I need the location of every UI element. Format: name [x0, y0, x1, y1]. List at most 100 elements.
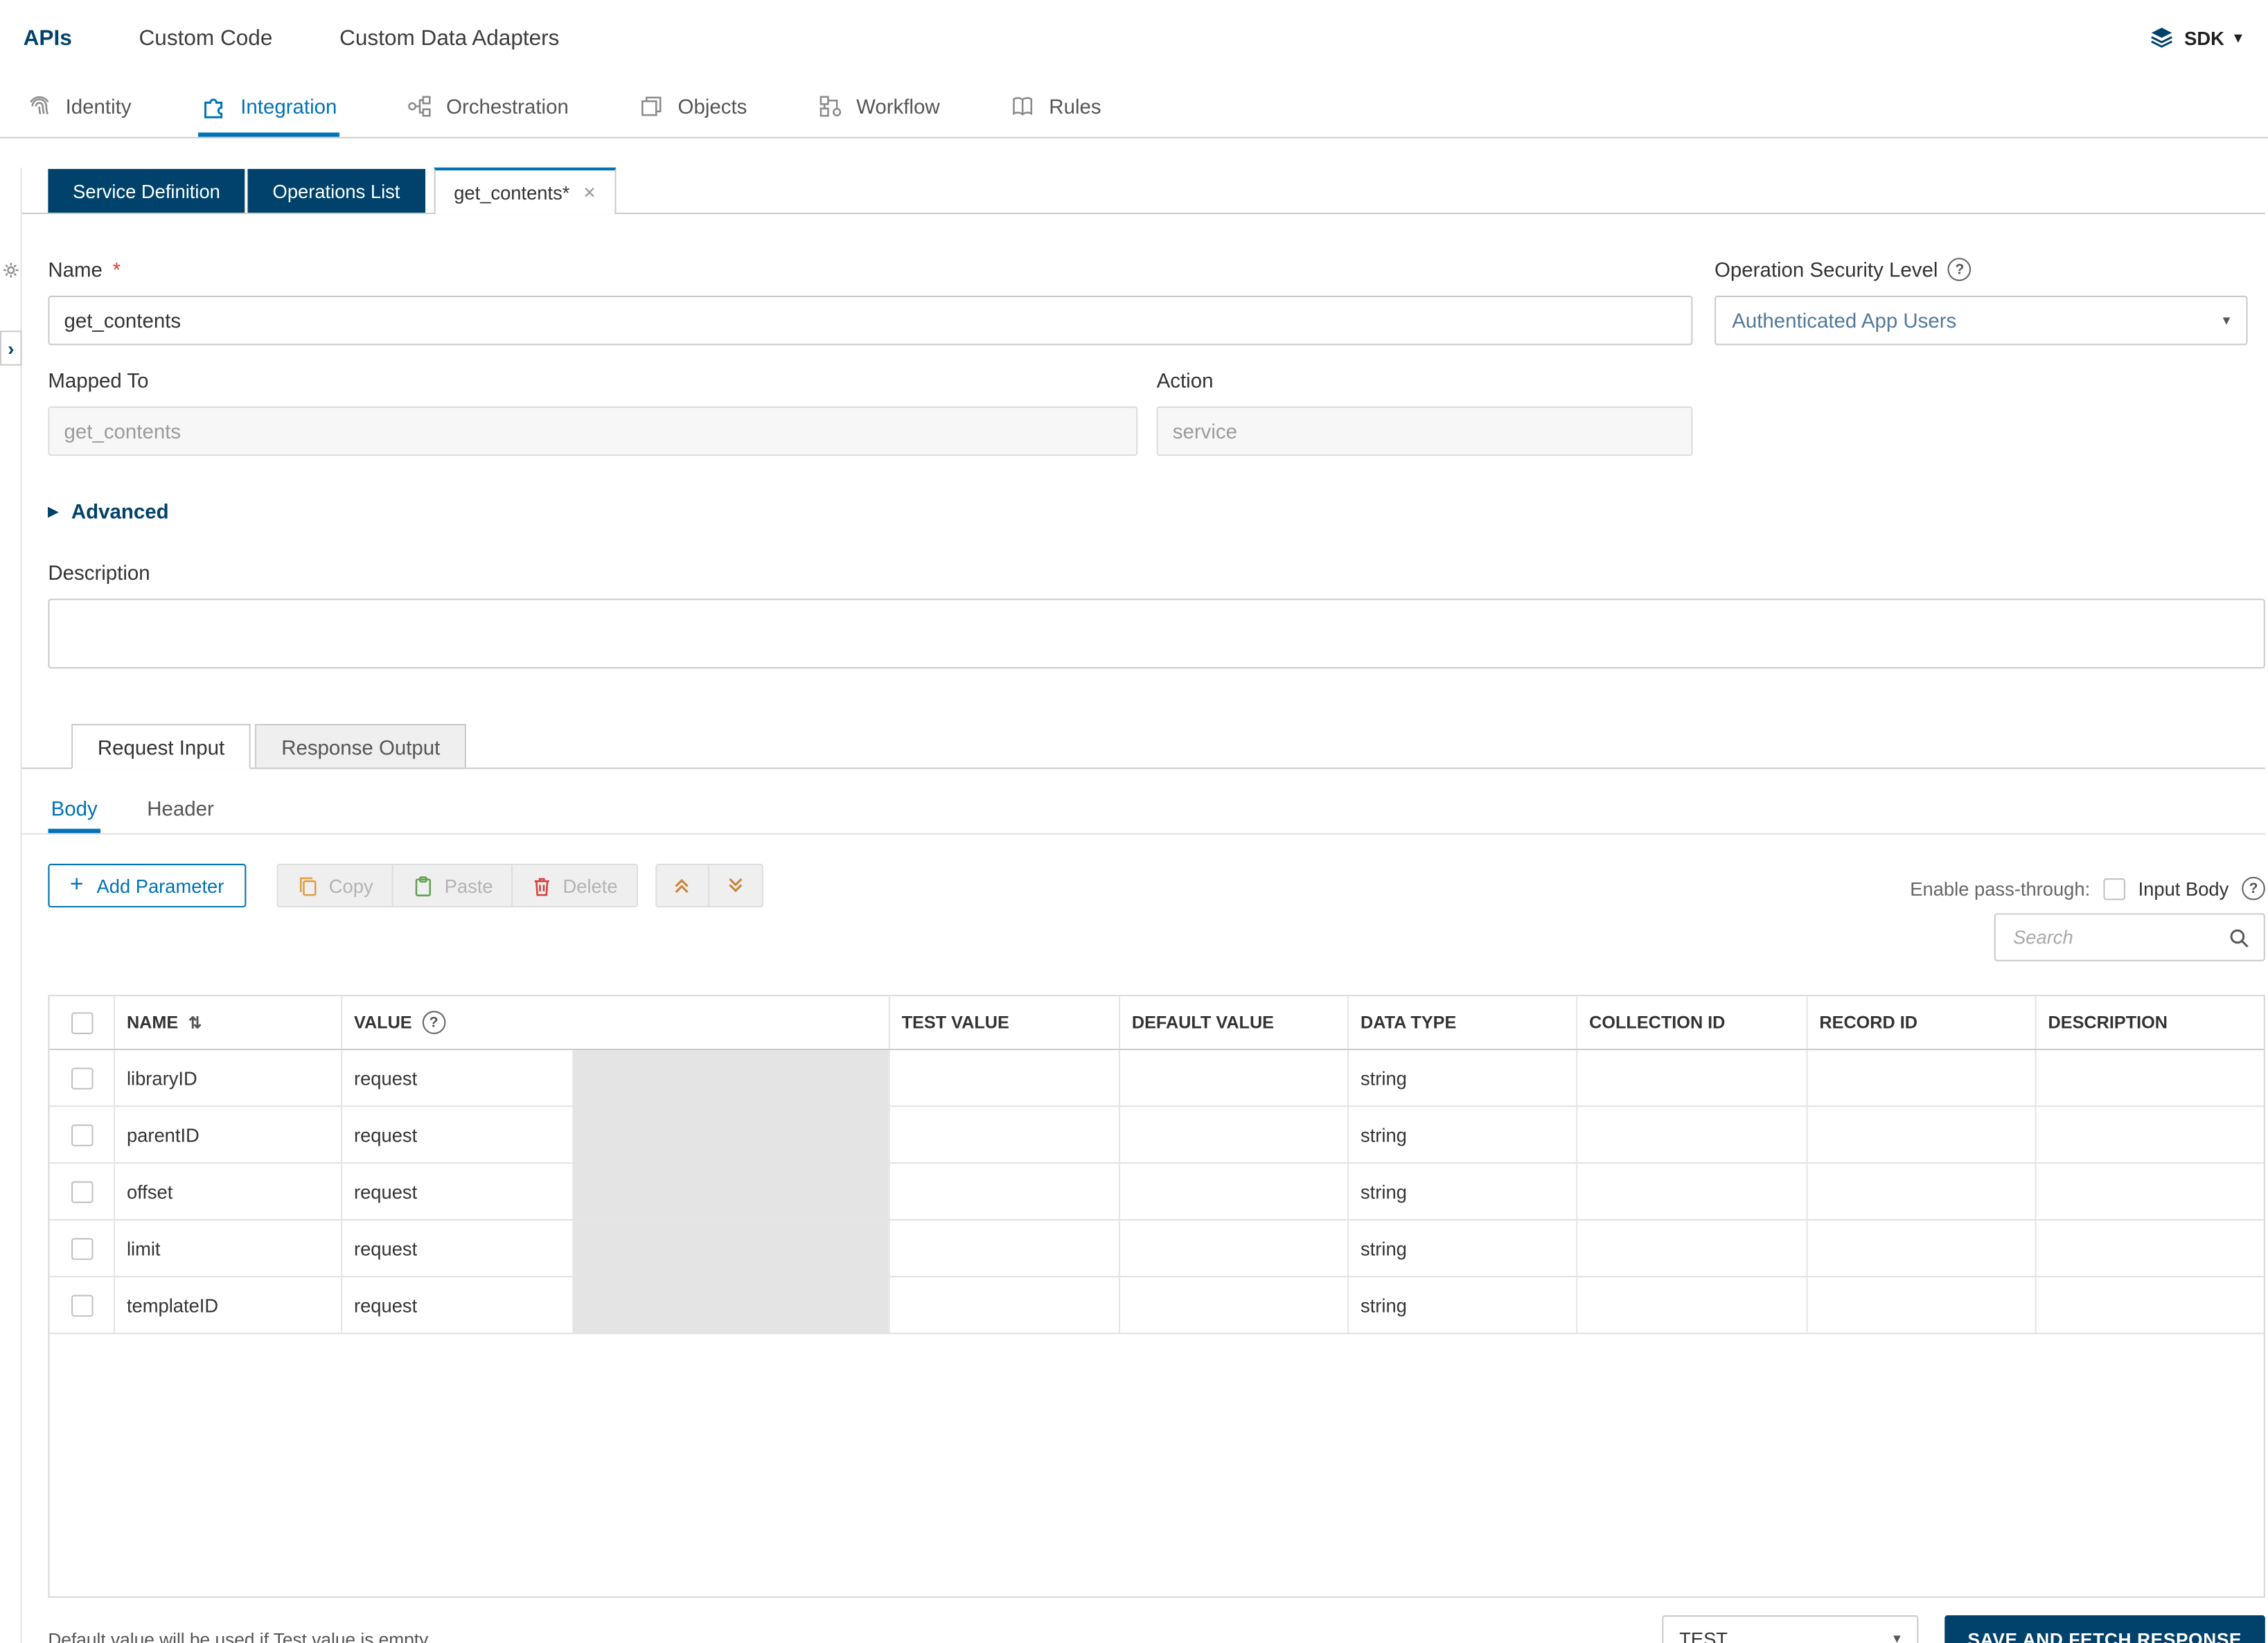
cell-description[interactable] [2035, 1107, 2264, 1162]
table-row: offset request string [49, 1164, 2263, 1220]
modnav-objects[interactable]: Objects [636, 76, 750, 136]
cell-data-type[interactable]: string [1347, 1277, 1576, 1333]
topnav-apis[interactable]: APIs [24, 26, 72, 51]
col-name[interactable]: NAME ⇅ [114, 996, 341, 1049]
topnav-custom-data-adapters[interactable]: Custom Data Adapters [339, 26, 559, 51]
cell-description[interactable] [2035, 1050, 2264, 1105]
cell-value[interactable]: request [341, 1277, 889, 1333]
cell-description[interactable] [2035, 1220, 2264, 1276]
cell-value[interactable]: request [341, 1164, 889, 1219]
paste-button[interactable]: Paste [393, 865, 513, 906]
copy-button[interactable]: Copy [278, 865, 393, 906]
tab-header[interactable]: Header [144, 788, 217, 833]
row-checkbox[interactable] [71, 1180, 93, 1202]
cell-value[interactable]: request [341, 1220, 889, 1276]
col-record-id: RECORD ID [1806, 996, 2035, 1049]
cell-name[interactable]: templateID [114, 1277, 341, 1333]
description-label: Description [48, 561, 150, 585]
cell-record-id[interactable] [1806, 1220, 2035, 1276]
move-down-button[interactable] [709, 865, 762, 906]
cell-test-value[interactable] [889, 1220, 1119, 1276]
chevron-right-icon: ▶ [48, 504, 58, 519]
modnav-integration[interactable]: Integration [198, 76, 339, 136]
cell-default-value[interactable] [1119, 1277, 1347, 1333]
sdk-menu[interactable]: SDK ▾ [2148, 25, 2242, 51]
input-body-checkbox[interactable] [2103, 878, 2125, 900]
topnav-custom-code[interactable]: Custom Code [139, 26, 273, 51]
cell-data-type[interactable]: string [1347, 1050, 1576, 1105]
row-checkbox[interactable] [71, 1067, 93, 1089]
add-parameter-button[interactable]: + Add Parameter [48, 864, 246, 907]
cell-test-value[interactable] [889, 1107, 1119, 1162]
table-row: templateID request string [49, 1277, 2263, 1334]
advanced-toggle[interactable]: ▶ Advanced [48, 499, 168, 523]
tab-operations-list[interactable]: Operations List [248, 169, 425, 213]
cell-test-value[interactable] [889, 1050, 1119, 1105]
cell-record-id[interactable] [1806, 1277, 2035, 1333]
cell-record-id[interactable] [1806, 1050, 2035, 1105]
cell-default-value[interactable] [1119, 1220, 1347, 1276]
tab-body[interactable]: Body [48, 788, 100, 833]
cell-name[interactable]: libraryID [114, 1050, 341, 1105]
trash-icon [532, 875, 552, 897]
cell-default-value[interactable] [1119, 1164, 1347, 1219]
sort-icon[interactable]: ⇅ [188, 1013, 202, 1031]
caret-down-icon: ▾ [2223, 312, 2231, 328]
move-up-button[interactable] [657, 865, 709, 906]
tab-response-output[interactable]: Response Output [255, 724, 466, 769]
modnav-workflow[interactable]: Workflow [814, 76, 943, 136]
cell-collection-id[interactable] [1576, 1107, 1806, 1162]
tab-service-definition[interactable]: Service Definition [48, 169, 245, 213]
select-all-checkbox[interactable] [71, 1011, 93, 1033]
col-description: DESCRIPTION [2035, 996, 2264, 1049]
body-header-tabs: Body Header [22, 769, 2265, 835]
close-icon[interactable]: ✕ [583, 183, 596, 202]
cell-default-value[interactable] [1119, 1107, 1347, 1162]
cell-collection-id[interactable] [1576, 1164, 1806, 1219]
cell-name[interactable]: limit [114, 1220, 341, 1276]
row-checkbox[interactable] [71, 1294, 93, 1316]
cell-value[interactable]: request [341, 1050, 889, 1105]
cell-data-type[interactable]: string [1347, 1220, 1576, 1276]
test-environment-select[interactable]: TEST ▾ [1662, 1615, 1918, 1643]
table-header-row: NAME ⇅ VALUE ? TEST VALUE DEFAULT VALUE … [49, 996, 2263, 1050]
help-icon[interactable]: ? [2242, 877, 2265, 900]
row-checkbox[interactable] [71, 1237, 93, 1259]
cell-test-value[interactable] [889, 1164, 1119, 1219]
security-level-select[interactable]: Authenticated App Users ▾ [1715, 296, 2248, 345]
modnav-orchestration[interactable]: Orchestration [404, 76, 572, 136]
cell-name[interactable]: parentID [114, 1107, 341, 1162]
save-and-fetch-button[interactable]: SAVE AND FETCH RESPONSE [1944, 1615, 2265, 1643]
cell-description[interactable] [2035, 1164, 2264, 1219]
description-textarea[interactable] [48, 598, 2265, 668]
cell-name[interactable]: offset [114, 1164, 341, 1219]
modnav-rules[interactable]: Rules [1007, 76, 1104, 136]
name-input[interactable] [48, 296, 1692, 345]
cell-data-type[interactable]: string [1347, 1107, 1576, 1162]
cell-collection-id[interactable] [1576, 1050, 1806, 1105]
value-disabled-area [572, 1050, 888, 1105]
cell-value[interactable]: request [341, 1107, 889, 1162]
sidebar-expand-button[interactable]: › [0, 330, 22, 365]
operation-tab-label: get_contents* [454, 181, 569, 204]
cell-collection-id[interactable] [1576, 1277, 1806, 1333]
help-icon[interactable]: ? [422, 1011, 445, 1034]
row-checkbox[interactable] [71, 1124, 93, 1146]
double-chevron-up-icon [672, 876, 692, 896]
cell-collection-id[interactable] [1576, 1220, 1806, 1276]
tab-current-operation[interactable]: get_contents* ✕ [434, 168, 617, 214]
cell-record-id[interactable] [1806, 1164, 2035, 1219]
search-input[interactable] [2010, 925, 2214, 950]
tab-request-input[interactable]: Request Input [71, 724, 251, 769]
cell-description[interactable] [2035, 1277, 2264, 1333]
help-icon[interactable]: ? [1948, 258, 1972, 281]
cell-data-type[interactable]: string [1347, 1164, 1576, 1219]
cell-record-id[interactable] [1806, 1107, 2035, 1162]
app-window: APIs Custom Code Custom Data Adapters SD… [0, 0, 2268, 1643]
cell-default-value[interactable] [1119, 1050, 1347, 1105]
cell-test-value[interactable] [889, 1277, 1119, 1333]
modnav-identity[interactable]: Identity [24, 76, 134, 136]
flow-icon [407, 94, 433, 120]
delete-button[interactable]: Delete [513, 865, 637, 906]
search-icon[interactable] [2227, 925, 2251, 949]
